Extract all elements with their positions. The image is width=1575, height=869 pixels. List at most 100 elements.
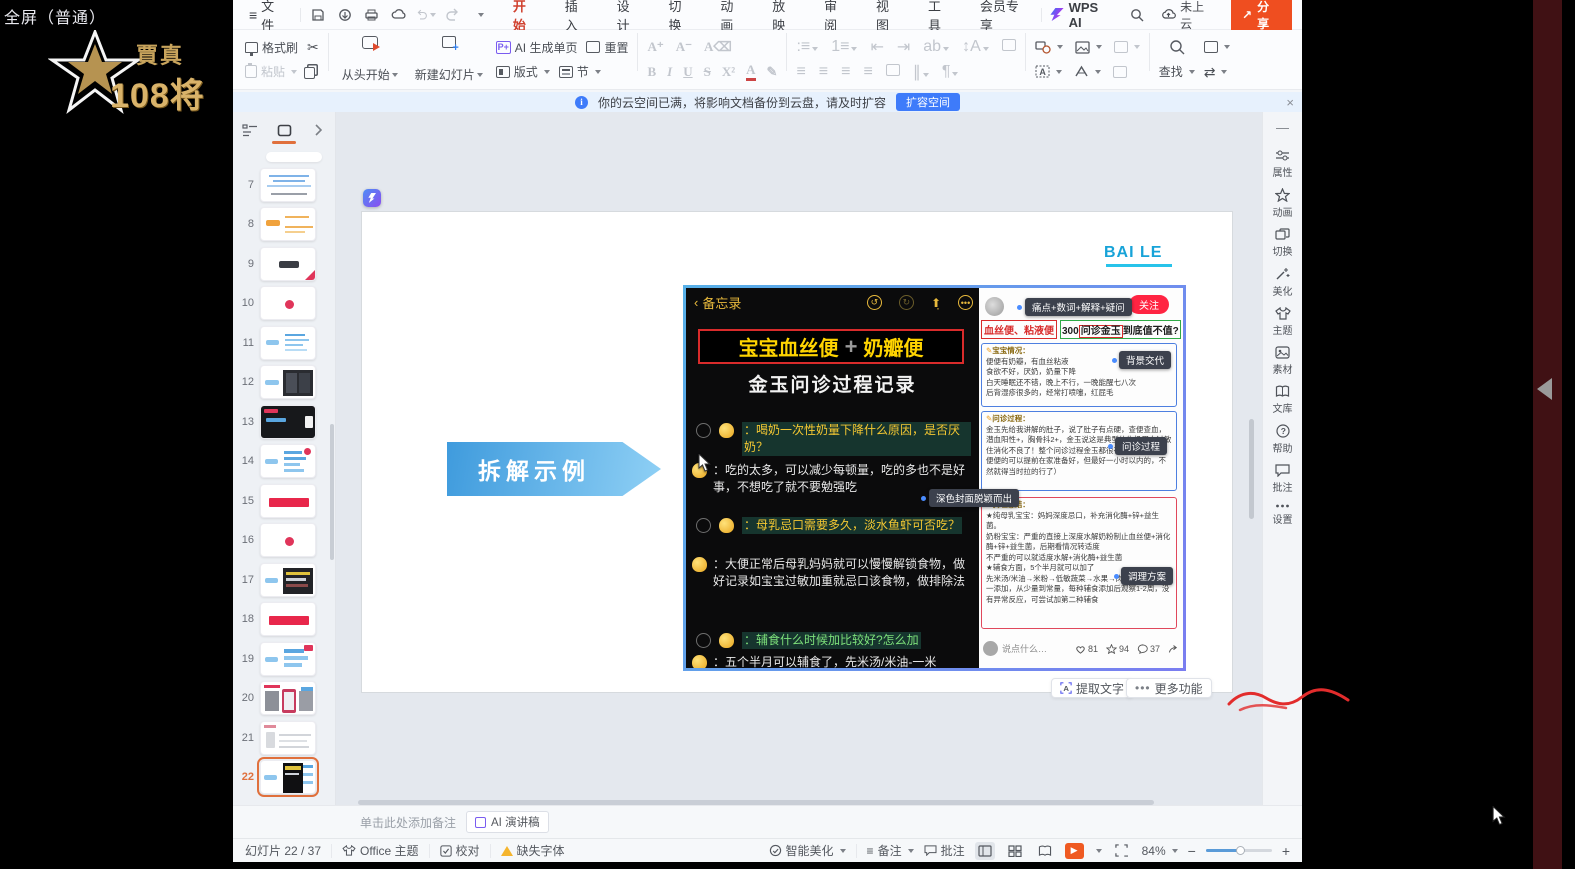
like-button[interactable]: 81 bbox=[1075, 644, 1098, 654]
slide-thumb-22-selected[interactable]: 22 bbox=[233, 757, 335, 798]
font-increase-button[interactable]: A⁺ bbox=[647, 39, 663, 55]
copy-button[interactable] bbox=[304, 65, 316, 79]
zoom-slider-knob[interactable] bbox=[1235, 846, 1245, 855]
follow-button[interactable]: 关注 bbox=[1129, 295, 1169, 314]
expand-storage-button[interactable]: 扩容空间 bbox=[896, 93, 960, 111]
wordart-button[interactable] bbox=[1074, 65, 1101, 78]
underline-button[interactable]: U bbox=[683, 64, 692, 80]
save-button[interactable] bbox=[308, 6, 328, 24]
collapse-panel-arrow-icon[interactable] bbox=[309, 122, 327, 138]
zoom-in-button[interactable]: + bbox=[1282, 843, 1290, 859]
more-options-icon[interactable]: ••• bbox=[958, 295, 973, 310]
arrow-banner[interactable]: 拆解示例 bbox=[447, 442, 661, 496]
collapse-left-arrow-icon[interactable] bbox=[1537, 378, 1552, 400]
missing-font-warning[interactable]: 缺失字体 bbox=[500, 842, 565, 859]
zoom-out-button[interactable]: − bbox=[1188, 843, 1196, 859]
paragraph-settings-button[interactable]: ¶ bbox=[942, 63, 959, 81]
notes-placeholder[interactable]: 单击此处添加备注 bbox=[360, 814, 456, 831]
insert-table-button[interactable] bbox=[1112, 65, 1127, 78]
char-spacing-button[interactable]: ab bbox=[923, 38, 950, 56]
slide-thumb-14[interactable]: 14 bbox=[233, 442, 335, 482]
insert-chart-button[interactable] bbox=[1113, 41, 1140, 54]
slide-thumb-15[interactable]: 15 bbox=[233, 481, 335, 521]
ai-script-button[interactable]: AI 演讲稿 bbox=[466, 811, 549, 833]
strikethrough-button[interactable]: S bbox=[704, 64, 711, 80]
outline-view-button[interactable] bbox=[241, 122, 259, 138]
new-slide-button[interactable]: 新建幻灯片 bbox=[411, 33, 487, 86]
highlight-color-button[interactable]: ✎ bbox=[767, 64, 778, 80]
cut-button[interactable]: ✂ bbox=[307, 40, 319, 54]
reading-view-button[interactable] bbox=[1035, 842, 1055, 860]
rail-item-theme[interactable]: 主题 bbox=[1273, 307, 1293, 337]
back-chevron-icon[interactable]: ‹ bbox=[694, 295, 698, 310]
rail-item-library[interactable]: 文库 bbox=[1273, 385, 1293, 415]
play-options-chevron[interactable] bbox=[1095, 848, 1102, 853]
slide-thumb-19[interactable]: 19 bbox=[233, 639, 335, 679]
ai-generate-page-button[interactable]: P+ AI 生成单页 bbox=[495, 39, 577, 56]
undo-icon[interactable]: ↺ bbox=[866, 295, 882, 310]
decrease-indent-button[interactable]: ⇤ bbox=[870, 37, 883, 57]
play-from-start-button[interactable]: 从头开始 bbox=[338, 33, 402, 86]
align-left-button[interactable]: ≡ bbox=[796, 63, 805, 81]
customize-toolbar-chevron[interactable] bbox=[470, 6, 490, 24]
rail-item-help[interactable]: ? 帮助 bbox=[1273, 424, 1293, 455]
notes-pane-button[interactable] bbox=[1203, 41, 1230, 54]
rail-item-properties[interactable]: 属性 bbox=[1273, 149, 1293, 179]
bold-button[interactable]: B bbox=[647, 64, 656, 80]
reset-button[interactable]: 重置 bbox=[586, 39, 628, 56]
play-slideshow-button[interactable]: ▶ bbox=[1064, 842, 1084, 859]
zoom-level[interactable]: 84% bbox=[1142, 844, 1178, 858]
export-button[interactable] bbox=[335, 6, 355, 24]
insert-textbox-button[interactable]: A bbox=[1035, 65, 1062, 78]
rail-item-animation[interactable]: 动画 bbox=[1273, 188, 1293, 219]
slide-sorter-view-button[interactable] bbox=[1005, 842, 1025, 860]
align-right-button[interactable]: ≡ bbox=[841, 63, 850, 81]
slide-thumb-20[interactable]: 20 bbox=[233, 679, 335, 719]
redo-icon[interactable]: ↻ bbox=[898, 295, 914, 310]
rail-item-comments[interactable]: 批注 bbox=[1273, 464, 1293, 494]
slide-thumb-18[interactable]: 18 bbox=[233, 600, 335, 640]
justify-button[interactable]: ≡ bbox=[863, 63, 872, 81]
slide-thumb-10[interactable]: 10 bbox=[233, 284, 335, 324]
numbered-list-button[interactable]: 1≡ bbox=[831, 38, 858, 56]
theme-button[interactable]: Office 主题 bbox=[342, 842, 419, 859]
fit-slide-button[interactable] bbox=[1112, 842, 1132, 860]
print-button[interactable] bbox=[362, 6, 382, 24]
slide-thumb-9[interactable]: 9 bbox=[233, 244, 335, 284]
section-button[interactable]: 节 bbox=[558, 63, 601, 80]
rail-item-assets[interactable]: 素材 bbox=[1273, 346, 1293, 376]
rail-item-settings[interactable]: 设置 bbox=[1273, 503, 1293, 526]
screenshot-composite[interactable]: ‹ 备忘录 ↺ ↻ ⬆̣ ••• 宝宝血丝便 + 奶瓣便 金玉问诊过程记录 ：喝… bbox=[683, 285, 1186, 671]
superscript-button[interactable]: X² bbox=[722, 64, 735, 80]
slide-thumb-13[interactable]: 13 bbox=[233, 402, 335, 442]
comments-toggle-button[interactable]: 批注 bbox=[924, 842, 965, 859]
vertical-scrollbar[interactable] bbox=[1249, 419, 1254, 519]
comment-placeholder[interactable]: 说点什么… bbox=[1002, 642, 1047, 655]
increase-indent-button[interactable]: ⇥ bbox=[897, 37, 910, 57]
slide-thumb-11[interactable]: 11 bbox=[233, 323, 335, 363]
more-features-button[interactable]: ••• 更多功能 bbox=[1126, 678, 1212, 698]
text-direction-button[interactable] bbox=[1001, 38, 1016, 56]
magnifier-button[interactable] bbox=[1167, 38, 1187, 56]
cloud-sync-status[interactable]: 未上云 bbox=[1161, 0, 1216, 32]
zoom-slider[interactable] bbox=[1205, 846, 1272, 855]
replace-button[interactable]: ⇄ bbox=[1204, 65, 1228, 79]
collapse-rail-icon[interactable]: — bbox=[1276, 120, 1289, 140]
panel-scrollbar[interactable] bbox=[330, 424, 334, 560]
wps-ai-button[interactable]: WPS AI bbox=[1049, 0, 1115, 30]
rail-item-beautify[interactable]: 美化 bbox=[1273, 267, 1293, 298]
clear-format-button[interactable]: A⌫ bbox=[704, 39, 732, 55]
rail-item-transition[interactable]: 切换 bbox=[1273, 228, 1293, 258]
collect-button[interactable]: 94 bbox=[1105, 643, 1129, 654]
normal-view-button[interactable] bbox=[974, 841, 995, 860]
slide-thumb-17[interactable]: 17 bbox=[233, 560, 335, 600]
search-button[interactable] bbox=[1127, 6, 1147, 24]
wps-ai-floating-button[interactable] bbox=[363, 189, 381, 207]
slide-thumb-7[interactable]: 7 bbox=[233, 165, 335, 205]
columns-button[interactable]: ∥ bbox=[913, 62, 929, 82]
cloud-preview-button[interactable] bbox=[389, 6, 409, 24]
smart-beautify-button[interactable]: 智能美化 bbox=[769, 842, 846, 859]
format-painter-button[interactable]: 格式刷 bbox=[245, 39, 298, 56]
slide-22[interactable]: BAI LE 拆解示例 ‹ 备忘录 ↺ ↻ ⬆̣ ••• 宝宝血丝便 + 奶瓣便… bbox=[362, 212, 1232, 692]
notes-back-label[interactable]: 备忘录 bbox=[702, 293, 741, 312]
